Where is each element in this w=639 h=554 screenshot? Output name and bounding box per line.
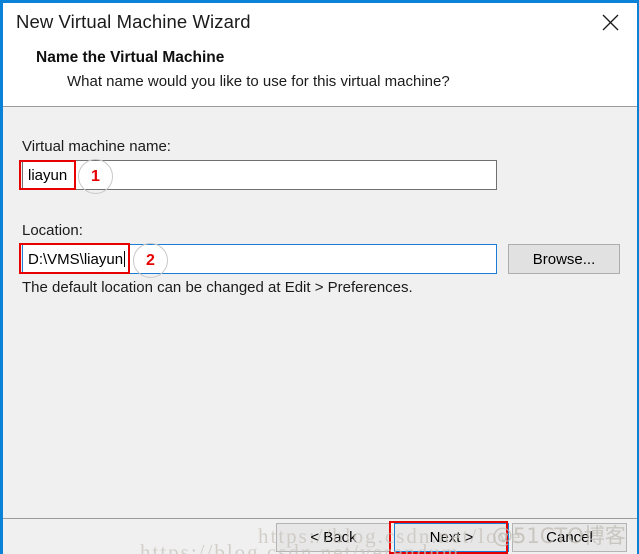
vm-name-input[interactable]: liayun bbox=[22, 160, 497, 190]
location-label: Location: bbox=[22, 222, 83, 239]
wizard-body: Virtual machine name: liayun Location: D… bbox=[3, 107, 637, 518]
location-hint-text: The default location can be changed at E… bbox=[22, 279, 413, 296]
window-title: New Virtual Machine Wizard bbox=[16, 11, 251, 33]
title-bar[interactable]: New Virtual Machine Wizard bbox=[3, 3, 637, 43]
text-caret bbox=[124, 251, 125, 267]
vm-name-value: liayun bbox=[28, 167, 67, 184]
next-button[interactable]: Next > bbox=[394, 523, 509, 552]
location-input[interactable]: D:\VMS\liayun bbox=[22, 244, 497, 274]
page-subtitle: What name would you like to use for this… bbox=[67, 73, 450, 90]
close-icon[interactable] bbox=[587, 3, 633, 41]
location-value: D:\VMS\liayun bbox=[28, 251, 123, 268]
new-virtual-machine-wizard-dialog: New Virtual Machine Wizard Name the Virt… bbox=[0, 0, 639, 554]
vm-name-label: Virtual machine name: bbox=[22, 138, 171, 155]
wizard-footer: < Back Next > Cancel bbox=[3, 519, 637, 554]
cancel-button[interactable]: Cancel bbox=[512, 523, 627, 552]
page-title: Name the Virtual Machine bbox=[36, 49, 224, 67]
browse-button[interactable]: Browse... bbox=[508, 244, 620, 274]
wizard-header: Name the Virtual Machine What name would… bbox=[3, 43, 637, 106]
back-button[interactable]: < Back bbox=[276, 523, 391, 552]
